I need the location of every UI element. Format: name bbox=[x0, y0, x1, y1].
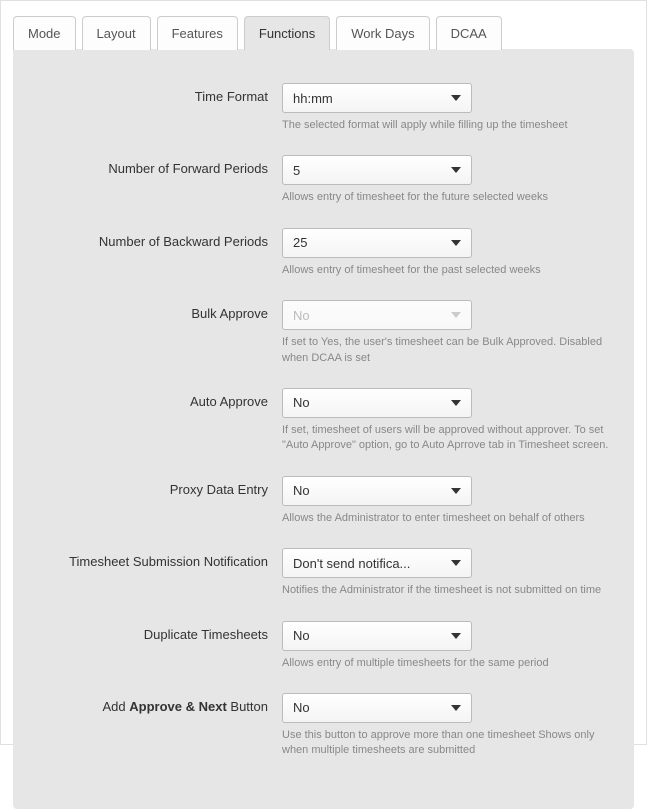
field-hint: Allows entry of timesheet for the past s… bbox=[282, 263, 610, 278]
chevron-down-icon bbox=[451, 240, 461, 246]
field-label: Auto Approve bbox=[37, 388, 282, 409]
field-row-forward-periods: Number of Forward Periods 5 Allows entry… bbox=[37, 155, 610, 205]
chevron-down-icon bbox=[451, 400, 461, 406]
field-label: Timesheet Submission Notification bbox=[37, 548, 282, 569]
field-row-auto-approve: Auto Approve No If set, timesheet of use… bbox=[37, 388, 610, 454]
tab-label: Layout bbox=[97, 26, 136, 41]
duplicate-timesheets-select[interactable]: No bbox=[282, 621, 472, 651]
settings-container: Mode Layout Features Functions Work Days… bbox=[0, 0, 647, 745]
label-prefix: Add bbox=[103, 699, 130, 714]
chevron-down-icon bbox=[451, 633, 461, 639]
chevron-down-icon bbox=[451, 705, 461, 711]
select-value: No bbox=[293, 395, 310, 410]
select-value: No bbox=[293, 483, 310, 498]
select-value: No bbox=[293, 700, 310, 715]
tab-label: DCAA bbox=[451, 26, 487, 41]
field-label: Number of Forward Periods bbox=[37, 155, 282, 176]
select-value: Don't send notifica... bbox=[293, 556, 410, 571]
label-suffix: Button bbox=[227, 699, 268, 714]
field-control: hh:mm The selected format will apply whi… bbox=[282, 83, 610, 133]
select-value: hh:mm bbox=[293, 91, 333, 106]
tab-bar: Mode Layout Features Functions Work Days… bbox=[13, 15, 634, 49]
field-row-approve-next: Add Approve & Next Button No Use this bu… bbox=[37, 693, 610, 759]
field-label: Time Format bbox=[37, 83, 282, 104]
tab-layout[interactable]: Layout bbox=[82, 16, 151, 50]
field-row-backward-periods: Number of Backward Periods 25 Allows ent… bbox=[37, 228, 610, 278]
chevron-down-icon bbox=[451, 95, 461, 101]
backward-periods-select[interactable]: 25 bbox=[282, 228, 472, 258]
tab-dcaa[interactable]: DCAA bbox=[436, 16, 502, 50]
field-hint: Allows entry of multiple timesheets for … bbox=[282, 656, 610, 671]
field-control: No Use this button to approve more than … bbox=[282, 693, 610, 759]
field-row-proxy-entry: Proxy Data Entry No Allows the Administr… bbox=[37, 476, 610, 526]
tab-label: Features bbox=[172, 26, 223, 41]
field-hint: Use this button to approve more than one… bbox=[282, 728, 610, 759]
tab-label: Functions bbox=[259, 26, 315, 41]
submission-notification-select[interactable]: Don't send notifica... bbox=[282, 548, 472, 578]
field-control: No Allows entry of multiple timesheets f… bbox=[282, 621, 610, 671]
select-value: No bbox=[293, 308, 310, 323]
field-label: Number of Backward Periods bbox=[37, 228, 282, 249]
approve-next-select[interactable]: No bbox=[282, 693, 472, 723]
tab-functions[interactable]: Functions bbox=[244, 16, 330, 50]
field-label: Duplicate Timesheets bbox=[37, 621, 282, 642]
field-label: Add Approve & Next Button bbox=[37, 693, 282, 714]
field-label: Bulk Approve bbox=[37, 300, 282, 321]
field-control: Don't send notifica... Notifies the Admi… bbox=[282, 548, 610, 598]
auto-approve-select[interactable]: No bbox=[282, 388, 472, 418]
time-format-select[interactable]: hh:mm bbox=[282, 83, 472, 113]
tab-label: Work Days bbox=[351, 26, 414, 41]
field-row-bulk-approve: Bulk Approve No If set to Yes, the user'… bbox=[37, 300, 610, 366]
field-label: Proxy Data Entry bbox=[37, 476, 282, 497]
field-hint: Allows entry of timesheet for the future… bbox=[282, 190, 610, 205]
field-hint: If set to Yes, the user's timesheet can … bbox=[282, 335, 610, 366]
field-control: 25 Allows entry of timesheet for the pas… bbox=[282, 228, 610, 278]
field-control: No If set to Yes, the user's timesheet c… bbox=[282, 300, 610, 366]
tab-mode[interactable]: Mode bbox=[13, 16, 76, 50]
label-bold: Approve & Next bbox=[129, 699, 227, 714]
tab-panel-functions: Time Format hh:mm The selected format wi… bbox=[13, 49, 634, 809]
select-value: 5 bbox=[293, 163, 300, 178]
chevron-down-icon bbox=[451, 488, 461, 494]
forward-periods-select[interactable]: 5 bbox=[282, 155, 472, 185]
field-row-time-format: Time Format hh:mm The selected format wi… bbox=[37, 83, 610, 133]
select-value: No bbox=[293, 628, 310, 643]
chevron-down-icon bbox=[451, 167, 461, 173]
field-row-duplicate-timesheets: Duplicate Timesheets No Allows entry of … bbox=[37, 621, 610, 671]
chevron-down-icon bbox=[451, 312, 461, 318]
field-control: No If set, timesheet of users will be ap… bbox=[282, 388, 610, 454]
proxy-entry-select[interactable]: No bbox=[282, 476, 472, 506]
field-hint: Allows the Administrator to enter timesh… bbox=[282, 511, 610, 526]
field-hint: The selected format will apply while fil… bbox=[282, 118, 610, 133]
field-control: No Allows the Administrator to enter tim… bbox=[282, 476, 610, 526]
select-value: 25 bbox=[293, 235, 307, 250]
tab-label: Mode bbox=[28, 26, 61, 41]
field-hint: If set, timesheet of users will be appro… bbox=[282, 423, 610, 454]
field-hint: Notifies the Administrator if the timesh… bbox=[282, 583, 610, 598]
chevron-down-icon bbox=[451, 560, 461, 566]
bulk-approve-select: No bbox=[282, 300, 472, 330]
tab-features[interactable]: Features bbox=[157, 16, 238, 50]
field-row-submission-notification: Timesheet Submission Notification Don't … bbox=[37, 548, 610, 598]
field-control: 5 Allows entry of timesheet for the futu… bbox=[282, 155, 610, 205]
tab-work-days[interactable]: Work Days bbox=[336, 16, 429, 50]
